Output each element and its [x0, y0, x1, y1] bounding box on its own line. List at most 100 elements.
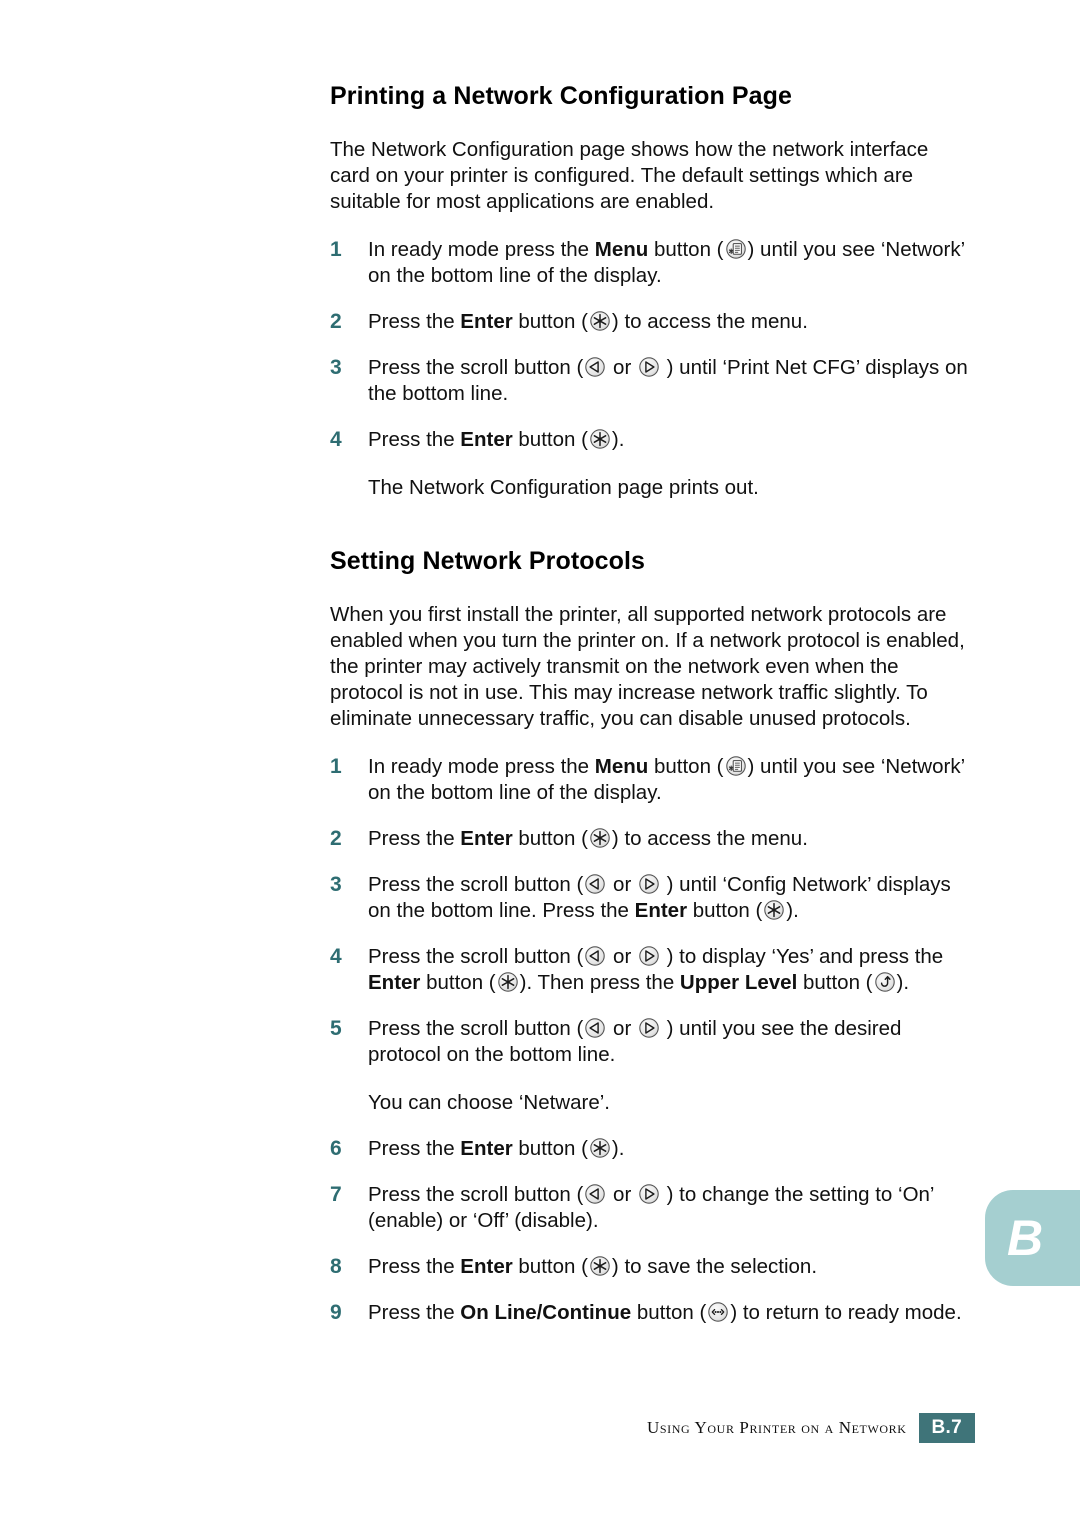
step-emphasis-enter: Enter [460, 826, 513, 850]
step-emphasis-menu: Menu [594, 754, 649, 778]
step-text-part: button ( [648, 754, 724, 778]
step-text-part: or [607, 872, 637, 896]
step-text-part: or [607, 1016, 637, 1040]
on-line-continue-button-icon [707, 1301, 729, 1323]
scroll-left-button-icon [584, 356, 606, 378]
steps-list-setting-network-protocols-continued: 6 Press the Enter button (). 7 Press the… [330, 1136, 970, 1326]
step-text-part: ). [896, 970, 910, 994]
step-text-part: or [607, 944, 637, 968]
step-number: 1 [330, 754, 342, 778]
step-text-part: ). [611, 427, 625, 451]
step-emphasis-on-line-continue: On Line/Continue [460, 1300, 632, 1324]
step-number: 7 [330, 1182, 342, 1206]
step-item: 4 Press the scroll button ( or ) to disp… [330, 944, 970, 996]
step-emphasis-upper-level: Upper Level [679, 970, 798, 994]
page-footer: Using Your Printer on a Network B.7 [330, 1413, 975, 1443]
step-item: 3 Press the scroll button ( or ) until ‘… [330, 872, 970, 924]
section-intro-paragraph: When you first install the printer, all … [330, 602, 965, 730]
step-number: 2 [330, 826, 342, 850]
upper-level-button-icon [874, 971, 896, 993]
step-text-part: ). [786, 898, 799, 922]
menu-button-icon [725, 755, 747, 777]
step-item: 9 Press the On Line/Continue button () t… [330, 1300, 970, 1326]
step-text-part: ) to save the selection. [611, 1254, 818, 1278]
step-number: 5 [330, 1016, 342, 1040]
scroll-right-button-icon [638, 873, 660, 895]
step-item: 1 In ready mode press the Menu button ()… [330, 754, 970, 806]
step-number: 9 [330, 1300, 342, 1324]
step-emphasis-enter: Enter [460, 427, 513, 451]
step-text-part: button ( [512, 427, 588, 451]
step-text-part: Press the [368, 1136, 461, 1160]
step-text-part: button ( [512, 1136, 588, 1160]
step-emphasis-enter: Enter [460, 1136, 513, 1160]
step-emphasis-enter: Enter [368, 970, 421, 994]
section-heading-setting-network-protocols: Setting Network Protocols [330, 546, 646, 575]
step-emphasis-enter: Enter [460, 1254, 513, 1278]
step-number: 3 [330, 355, 342, 379]
step-text-part: Press the [368, 309, 461, 333]
scroll-left-button-icon [584, 873, 606, 895]
step-number: 4 [330, 944, 342, 968]
step-item: 5 Press the scroll button ( or ) until y… [330, 1016, 970, 1068]
step-text-part: button ( [687, 898, 763, 922]
step-text-part: In ready mode press the [368, 754, 595, 778]
step-text-part: ). Then press the [519, 970, 680, 994]
enter-button-icon [589, 310, 611, 332]
step-text-part: button ( [512, 1254, 588, 1278]
step-item: 1 In ready mode press the Menu button ()… [330, 237, 970, 289]
step-text-part: ) to access the menu. [611, 309, 808, 333]
section-heading-printing-network-config: Printing a Network Configuration Page [330, 82, 793, 110]
step-emphasis-enter: Enter [460, 309, 513, 333]
appendix-thumb-tab: B [985, 1190, 1080, 1286]
scroll-right-button-icon [638, 945, 660, 967]
step-text-part: Press the scroll button ( [368, 355, 584, 379]
section-intro-paragraph: The Network Configuration page shows how… [330, 137, 929, 213]
step-text-part: Press the scroll button ( [368, 1182, 584, 1206]
step-result-note: The Network Configuration page prints ou… [368, 475, 759, 499]
step-text-part: Press the [368, 826, 461, 850]
step-text-part: ) to access the menu. [611, 826, 808, 850]
step-text-part: button ( [648, 237, 724, 261]
enter-button-icon [497, 971, 519, 993]
step-text-part: button ( [631, 1300, 707, 1324]
steps-list-printing-network-config: 1 In ready mode press the Menu button ()… [330, 237, 970, 453]
step-text-part: ) to display ‘Yes’ and press the [660, 944, 944, 968]
step-text-part: Press the [368, 427, 461, 451]
step-emphasis-menu: Menu [594, 237, 649, 261]
step-item: 7 Press the scroll button ( or ) to chan… [330, 1182, 970, 1234]
step-item: 4 Press the Enter button (). [330, 427, 970, 453]
steps-list-setting-network-protocols: 1 In ready mode press the Menu button ()… [330, 754, 970, 1068]
enter-button-icon [589, 428, 611, 450]
step-text-part: ). [611, 1136, 625, 1160]
step-text-part: button ( [512, 826, 588, 850]
scroll-right-button-icon [638, 356, 660, 378]
page-content: Printing a Network Configuration Page Th… [330, 82, 970, 1326]
scroll-right-button-icon [638, 1183, 660, 1205]
enter-button-icon [763, 899, 785, 921]
step-number: 4 [330, 427, 342, 451]
step-emphasis-enter: Enter [634, 898, 688, 922]
step-text-part: or [607, 355, 637, 379]
step-item: 2 Press the Enter button ( ) to access th… [330, 826, 970, 852]
step-number: 2 [330, 309, 342, 333]
step-number: 1 [330, 237, 342, 261]
step-item: 3 Press the scroll button ( or ) until ‘… [330, 355, 970, 407]
enter-button-icon [589, 827, 611, 849]
appendix-tab-letter: B [1007, 1210, 1044, 1266]
scroll-left-button-icon [584, 1183, 606, 1205]
scroll-left-button-icon [584, 1017, 606, 1039]
step-text-part: ) to return to ready mode. [730, 1300, 962, 1324]
manual-page: Printing a Network Configuration Page Th… [0, 0, 1080, 1523]
footer-page-number: B.7 [918, 1413, 975, 1443]
step-number: 6 [330, 1136, 342, 1160]
step-text-part: button ( [797, 970, 873, 994]
step-text-part: button ( [420, 970, 496, 994]
scroll-left-button-icon [584, 945, 606, 967]
step-item: 6 Press the Enter button (). [330, 1136, 970, 1162]
step-item: 8 Press the Enter button () to save the … [330, 1254, 970, 1280]
step-text-part: Press the scroll button ( [368, 944, 584, 968]
enter-button-icon [589, 1137, 611, 1159]
step-result-note: You can choose ‘Netware’. [368, 1090, 610, 1114]
scroll-right-button-icon [638, 1017, 660, 1039]
